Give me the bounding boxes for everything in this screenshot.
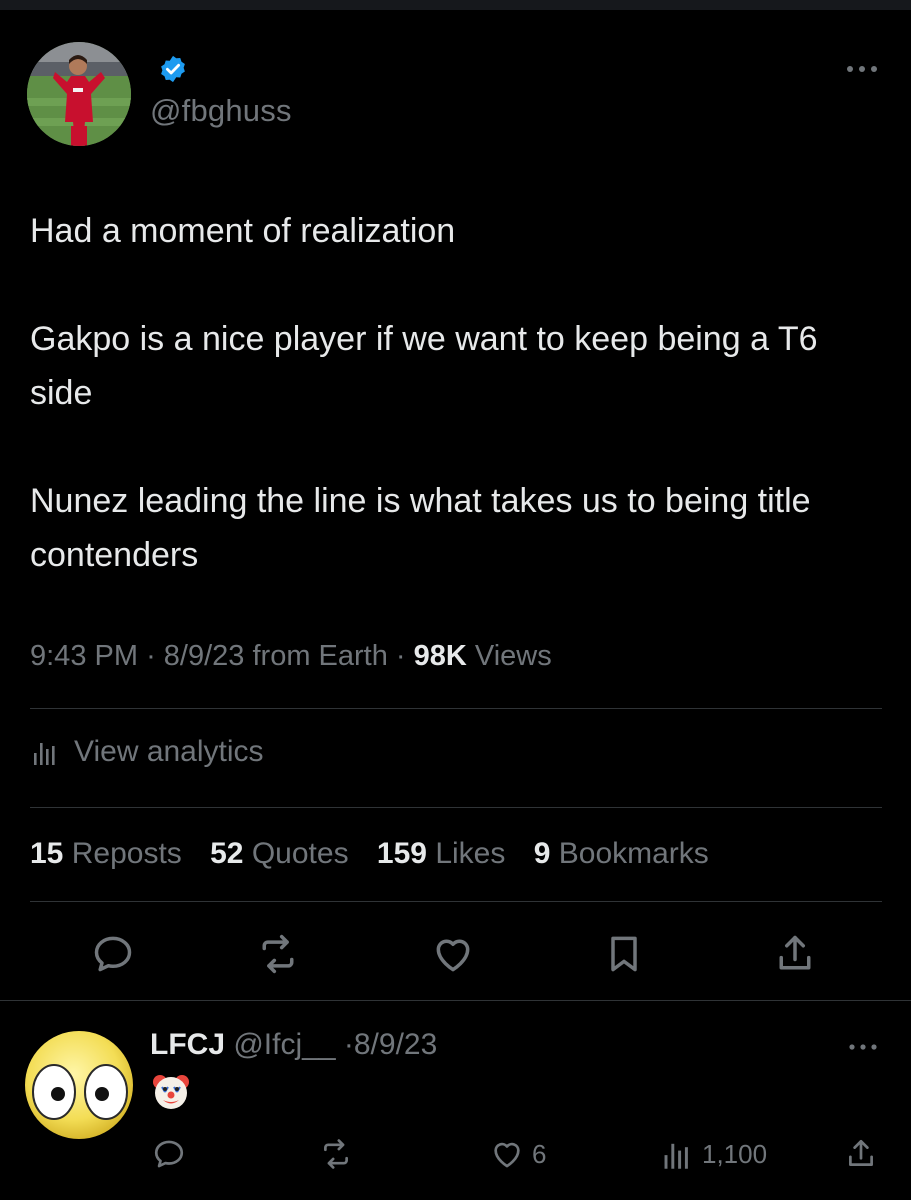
tweet-stats: 15 Reposts 52 Quotes 159 Likes 9 Bookmar…	[30, 837, 729, 871]
like-icon	[494, 1142, 520, 1168]
verified-badge-icon	[161, 55, 185, 83]
like-icon[interactable]	[431, 932, 475, 976]
avatar-image	[27, 42, 131, 146]
more-icon[interactable]	[842, 58, 882, 80]
tweet-paragraph: Nunez leading the line is what takes us …	[30, 482, 811, 574]
analytics-icon	[664, 1143, 688, 1169]
reply-share-button[interactable]	[844, 1136, 878, 1172]
more-icon[interactable]	[846, 1038, 880, 1056]
quotes-label: Quotes	[251, 837, 349, 870]
likes-count: 159	[376, 837, 427, 870]
view-analytics-label: View analytics	[74, 735, 264, 768]
likes-stat[interactable]: 159 Likes	[377, 837, 514, 870]
meta-separator: ·	[146, 640, 164, 672]
bookmarks-label: Bookmarks	[558, 837, 709, 870]
bookmark-icon[interactable]	[602, 932, 646, 976]
tweet-meta: 9:43 PM · 8/9/23 from Earth · 98K Views	[30, 640, 552, 673]
reply-repost-button[interactable]	[319, 1136, 353, 1172]
share-icon	[849, 1139, 873, 1166]
reply-like-button[interactable]: 6	[490, 1136, 546, 1172]
analytics-icon	[34, 743, 55, 765]
quotes-stat[interactable]: 52 Quotes	[210, 837, 357, 870]
tweet-text: Had a moment of realization Gakpo is a n…	[30, 204, 885, 582]
divider	[30, 708, 882, 709]
reply-author-handle[interactable]: @Ifcj__	[233, 1028, 335, 1061]
tweet-date[interactable]: 8/9/23	[164, 640, 245, 672]
reposts-count: 15	[30, 837, 64, 870]
quotes-count: 52	[210, 837, 244, 870]
divider	[30, 807, 882, 808]
bookmarks-stat[interactable]: 9 Bookmarks	[534, 837, 709, 870]
bookmarks-count: 9	[533, 837, 551, 870]
reposts-stat[interactable]: 15 Reposts	[30, 837, 190, 870]
share-icon[interactable]	[773, 932, 817, 976]
reply-icon	[154, 1140, 184, 1168]
tweet-paragraph: Had a moment of realization	[30, 212, 456, 250]
views-count: 98K	[413, 640, 467, 672]
reply-date[interactable]: 8/9/23	[354, 1028, 437, 1061]
meta-separator: ·	[343, 1028, 354, 1061]
tweet-source: from Earth	[252, 640, 388, 672]
author-avatar[interactable]	[27, 42, 131, 146]
repost-icon[interactable]	[256, 932, 300, 976]
reply-views-button[interactable]: 1,100	[660, 1136, 767, 1172]
likes-label: Likes	[435, 837, 506, 870]
tweet-time[interactable]: 9:43 PM	[30, 640, 138, 672]
reply-header: LFCJ @Ifcj__ ·8/9/23	[150, 1028, 437, 1062]
reply-like-count: 6	[532, 1138, 547, 1169]
clown-face-icon	[153, 1075, 189, 1109]
reply-avatar[interactable]	[24, 1030, 134, 1140]
meta-separator: ·	[395, 640, 414, 672]
divider	[30, 901, 882, 902]
divider	[0, 1000, 911, 1001]
tweet-paragraph: Gakpo is a nice player if we want to kee…	[30, 320, 818, 412]
views-label: Views	[474, 640, 552, 672]
view-analytics-link[interactable]: View analytics	[30, 735, 264, 769]
top-strip	[0, 0, 911, 10]
reply-view-count: 1,100	[702, 1138, 768, 1169]
reply-reply-button[interactable]	[152, 1136, 186, 1172]
reposts-label: Reposts	[71, 837, 182, 870]
reply-author-name[interactable]: LFCJ	[150, 1028, 225, 1061]
author-handle[interactable]: @fbghuss	[150, 93, 292, 129]
reply-icon[interactable]	[91, 932, 135, 976]
repost-icon	[324, 1139, 348, 1169]
